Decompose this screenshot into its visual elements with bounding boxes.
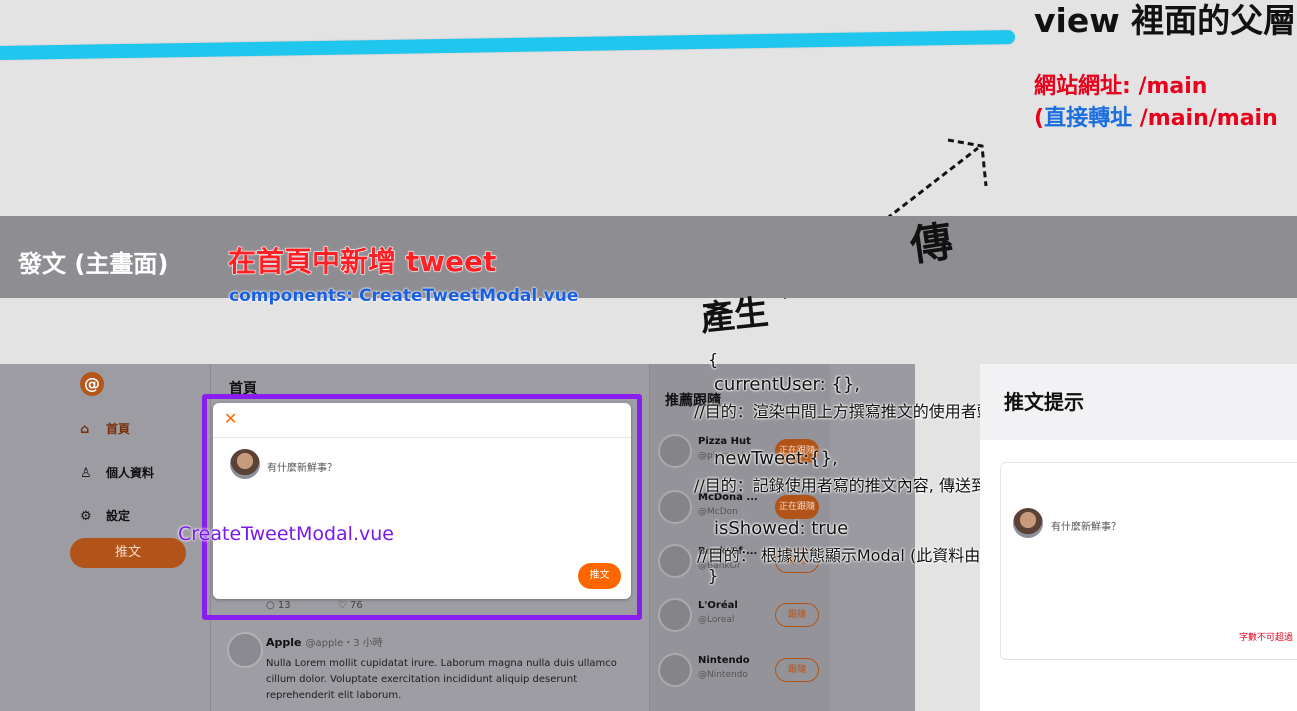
create-tweet-modal: ✕ 有什麼新鮮事？ 推文 [213, 403, 631, 599]
data-is-showed: isShowed: true [714, 518, 849, 539]
redirect-label: 直接轉址 [1044, 106, 1133, 131]
sidebar-tweet-button[interactable]: 推文 [70, 538, 186, 568]
redirect-url-label: (直接轉址 /main/main [1034, 100, 1278, 132]
data-brace-close: } [708, 566, 719, 585]
data-purpose-2: //目的：記錄使用者寫的推文內容, 傳送到後端 [694, 476, 1019, 495]
avatar [658, 434, 692, 468]
avatar [658, 544, 692, 578]
data-new-tweet: newTweet:{}, [714, 448, 838, 469]
user-icon: ♙ [80, 466, 92, 481]
char-limit-warning: 字數不可超過 [1239, 633, 1294, 643]
follow-button[interactable]: 跟隨 [775, 658, 819, 682]
view-parent-title: view 裡面的父層 [1034, 1, 1297, 40]
cyan-highlight-line [0, 30, 1016, 61]
section-title: 發文 (主畫面) [18, 250, 169, 278]
recommend-item[interactable]: L'Oréal @Loreal 跟隨 [658, 598, 828, 634]
modal-component-label: CreateTweetModal.vue [178, 523, 394, 545]
preview-panel: 推文提示 有什麼新鮮事？ 字數不可超過 [980, 364, 1297, 711]
data-purpose-1: //目的：渲染中間上方撰寫推文的使用者頭像 [694, 402, 1009, 421]
preview-tweet-card: 有什麼新鮮事？ 字數不可超過 [1000, 462, 1297, 660]
nav-item-profile[interactable]: ♙ 個人資料 [80, 464, 154, 481]
component-label: components: CreateTweetModal.vue [229, 286, 579, 306]
avatar [1013, 508, 1043, 538]
preview-header: 推文提示 [980, 364, 1297, 440]
redirect-path: /main/main [1132, 106, 1278, 131]
avatar [658, 598, 692, 632]
nav-settings-label: 設定 [106, 509, 131, 523]
follow-button[interactable]: 正在跟隨 [775, 495, 819, 519]
site-url-label: 網站網址: /main [1034, 74, 1208, 99]
preview-textarea[interactable]: 有什麼新鮮事？ [1051, 518, 1121, 533]
data-brace-open: { [708, 350, 719, 369]
close-icon[interactable]: ✕ [224, 410, 237, 428]
follow-button[interactable]: 跟隨 [775, 603, 819, 627]
nav-profile-label: 個人資料 [106, 466, 155, 480]
avatar[interactable] [227, 632, 263, 668]
preview-title: 推文提示 [1004, 390, 1084, 414]
handwritten-produce: 產生 [698, 292, 771, 340]
nav-home-label: 首頁 [106, 422, 131, 436]
tweet-textarea[interactable]: 有什麼新鮮事？ [267, 459, 337, 474]
avatar [230, 449, 260, 479]
avatar [658, 653, 692, 687]
nav-item-settings[interactable]: ⚙ 設定 [80, 507, 130, 524]
handwritten-pass: 傳 [907, 216, 956, 271]
nav-item-home[interactable]: ⌂ 首頁 [80, 420, 130, 437]
logo-icon: @ [80, 372, 104, 396]
gear-icon: ⚙ [80, 509, 92, 524]
feature-headline: 在首頁中新增 tweet [227, 245, 497, 279]
submit-tweet-button[interactable]: 推文 [578, 563, 621, 589]
tweet-author: Apple @apple・3 小時 [266, 636, 383, 649]
recommend-item[interactable]: Nintendo @Nintendo 跟隨 [658, 653, 828, 689]
redirect-open-paren: ( [1034, 106, 1045, 131]
avatar [658, 490, 692, 524]
modal-divider [213, 437, 631, 438]
data-current-user: currentUser: {}, [714, 374, 861, 395]
section-band [0, 216, 1297, 298]
home-icon: ⌂ [80, 422, 90, 437]
tweet-body: Nulla Lorem mollit cupidatat irure. Labo… [266, 658, 617, 701]
